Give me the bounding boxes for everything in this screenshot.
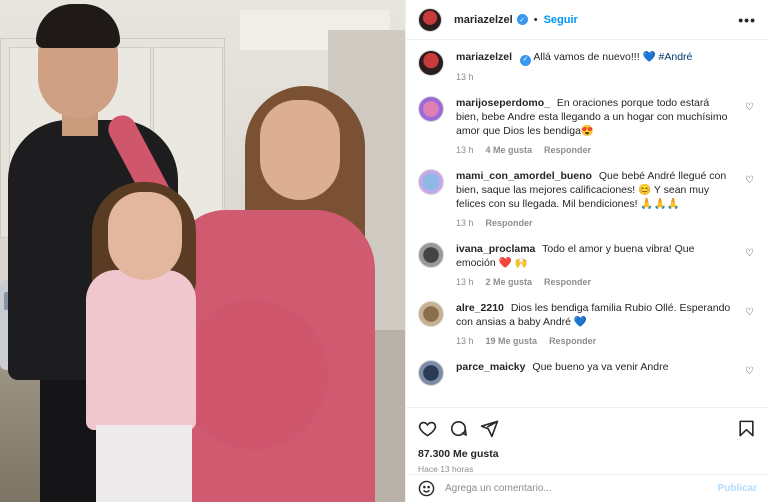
comment-item: ivana_proclama Todo el amor y buena vibr… (418, 241, 756, 289)
verified-badge-icon: ✓ (520, 54, 532, 66)
comment-like-heart-icon[interactable]: ♡ (745, 102, 754, 113)
comment-item: parce_maicky Que bueno ya va venir Andre… (418, 359, 756, 386)
post-photo[interactable] (0, 0, 405, 502)
photo-woman-belly (178, 300, 328, 450)
comment-like-heart-icon[interactable]: ♡ (745, 307, 754, 318)
comment-item: alre_2210 Dios les bendiga familia Rubio… (418, 300, 756, 348)
comment-username[interactable]: ivana_proclama (456, 243, 535, 255)
comment-icon[interactable] (449, 419, 468, 438)
instagram-post-view: mariazelzel ✓ • Seguir ••• mariazelzel ✓ … (0, 0, 768, 502)
comment-body: alre_2210 Dios les bendiga familia Rubio… (456, 301, 756, 348)
post-side-panel: mariazelzel ✓ • Seguir ••• mariazelzel ✓ … (405, 0, 768, 502)
comment-item: marijoseperdomo_ En oraciones porque tod… (418, 95, 756, 157)
reply-button[interactable]: Responder (549, 334, 596, 348)
comment-meta: 13 h 2 Me gusta Responder (456, 275, 734, 289)
comment-meta: 13 h 4 Me gusta Responder (456, 143, 734, 157)
comment-body: marijoseperdomo_ En oraciones porque tod… (456, 96, 756, 157)
bookmark-icon[interactable] (737, 419, 756, 438)
caption-username[interactable]: mariazelzel (456, 51, 512, 63)
caption-hashtag[interactable]: #André (659, 51, 693, 63)
photo-girl-top (86, 270, 196, 430)
likes-count[interactable]: 87.300 Me gusta (418, 448, 756, 460)
comment-like-heart-icon[interactable]: ♡ (745, 366, 754, 377)
comment-avatar[interactable] (418, 95, 444, 122)
comment-like-heart-icon[interactable]: ♡ (745, 248, 754, 259)
action-icons (418, 416, 756, 440)
post-time-ago[interactable]: Hace 13 horas (418, 464, 756, 474)
comment-username[interactable]: mami_con_amordel_bueno (456, 170, 592, 182)
comment-time[interactable]: 13 h (456, 334, 474, 348)
comment-meta: 13 h 19 Me gusta Responder (456, 334, 734, 348)
comment-username[interactable]: marijoseperdomo_ (456, 97, 550, 109)
comment-time[interactable]: 13 h (456, 143, 474, 157)
caption: mariazelzel ✓ Allá vamos de nuevo!!! 💙 #A… (418, 50, 756, 84)
photo-woman-head (260, 100, 340, 200)
comment-username[interactable]: alre_2210 (456, 302, 504, 314)
reply-button[interactable]: Responder (544, 275, 591, 289)
more-icon[interactable]: ••• (738, 12, 756, 28)
publish-button[interactable]: Publicar (718, 483, 757, 494)
comment-likes[interactable]: 4 Me gusta (486, 143, 533, 157)
author-username[interactable]: mariazelzel (454, 14, 513, 26)
caption-text: Allá vamos de nuevo!!! 💙 (533, 51, 656, 63)
follow-button[interactable]: Seguir (544, 14, 578, 26)
reply-button[interactable]: Responder (544, 143, 591, 157)
comment-time[interactable]: 13 h (456, 275, 474, 289)
comment-likes[interactable]: 2 Me gusta (486, 275, 533, 289)
comment-body: parce_maicky Que bueno ya va venir Andre (456, 360, 756, 374)
comment-body: mami_con_amordel_bueno Que bebé André ll… (456, 169, 756, 230)
post-header: mariazelzel ✓ • Seguir ••• (406, 0, 768, 40)
share-icon[interactable] (480, 419, 499, 438)
comment-time[interactable]: 13 h (456, 216, 474, 230)
comment-avatar[interactable] (418, 168, 444, 195)
verified-badge-icon: ✓ (516, 14, 528, 25)
comment-likes[interactable]: 19 Me gusta (486, 334, 538, 348)
comment-like-heart-icon[interactable]: ♡ (745, 175, 754, 186)
add-comment-bar: Publicar (406, 474, 768, 502)
caption-avatar[interactable] (418, 50, 444, 76)
comment-body: ivana_proclama Todo el amor y buena vibr… (456, 242, 756, 289)
comment-input[interactable] (445, 483, 718, 494)
comments-list[interactable]: mariazelzel ✓ Allá vamos de nuevo!!! 💙 #A… (406, 40, 768, 407)
photo-girl-pants (96, 425, 192, 502)
comment-avatar[interactable] (418, 241, 444, 268)
comment-meta: 13 h Responder (456, 216, 734, 230)
comment-text: Que bueno ya va venir Andre (532, 360, 669, 373)
separator-dot: • (533, 13, 538, 26)
comment-item: mami_con_amordel_bueno Que bebé André ll… (418, 168, 756, 230)
emoji-icon[interactable] (418, 480, 435, 497)
comment-avatar[interactable] (418, 359, 444, 386)
heart-icon[interactable] (418, 419, 437, 438)
comment-avatar[interactable] (418, 300, 444, 327)
reply-button[interactable]: Responder (486, 216, 533, 230)
author-avatar[interactable] (418, 7, 442, 32)
caption-body: mariazelzel ✓ Allá vamos de nuevo!!! 💙 #A… (456, 50, 756, 84)
photo-girl-head (108, 192, 182, 280)
comment-username[interactable]: parce_maicky (456, 361, 525, 373)
caption-time[interactable]: 13 h (456, 70, 734, 84)
